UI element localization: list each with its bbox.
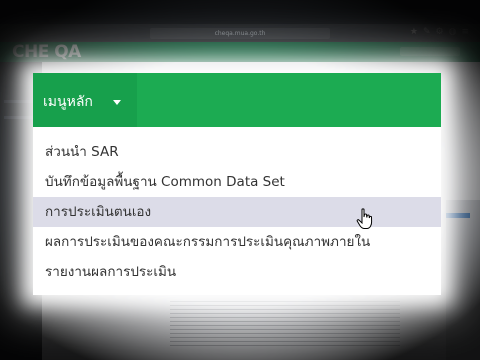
menu-header-bar: เมนูหลัก (33, 73, 441, 127)
browser-action-icons: ★✎⚙◍≡ (409, 27, 474, 37)
background-blue-bar (446, 213, 470, 218)
sidebar-line (4, 116, 34, 119)
app-logo[interactable]: CHE QA (12, 42, 81, 62)
user-area[interactable] (400, 47, 460, 56)
main-menu-toggle[interactable]: เมนูหลัก (33, 73, 137, 127)
sidebar-line (4, 100, 34, 103)
menu-item-committee-results[interactable]: ผลการประเมินของคณะกรรมการประเมินคุณภาพภา… (33, 227, 441, 257)
menu-item-common-data-set[interactable]: บันทึกข้อมูลพื้นฐาน Common Data Set (33, 167, 441, 197)
hand-pointer-icon (356, 208, 373, 229)
address-bar[interactable]: cheqa.mua.go.th (150, 28, 330, 39)
menu-item-sar-intro[interactable]: ส่วนนำ SAR (33, 137, 441, 167)
background-text-lines (170, 298, 400, 348)
menu-item-self-assessment[interactable]: การประเมินตนเอง (33, 197, 441, 227)
main-menu-dropdown: เมนูหลัก ส่วนนำ SAR บันทึกข้อมูลพื้นฐาน … (33, 73, 441, 295)
caret-down-icon (113, 100, 121, 105)
background-panel (446, 200, 480, 360)
main-menu-title: เมนูหลัก (43, 94, 93, 110)
menu-list: ส่วนนำ SAR บันทึกข้อมูลพื้นฐาน Common Da… (33, 137, 441, 287)
menu-item-assessment-report[interactable]: รายงานผลการประเมิน (33, 257, 441, 287)
